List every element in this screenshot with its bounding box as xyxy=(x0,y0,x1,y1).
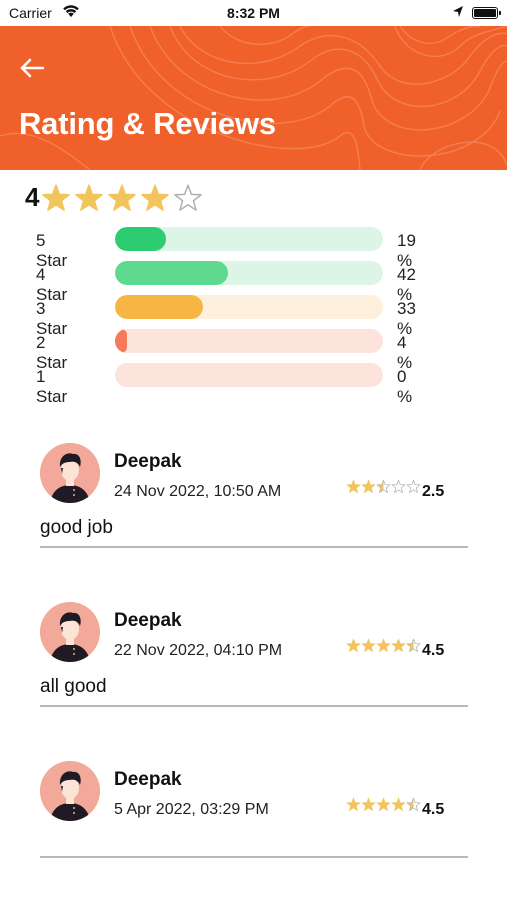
divider xyxy=(40,546,468,548)
review-item: Deepak 24 Nov 2022, 10:50 AM 2.5 good job xyxy=(40,443,468,549)
average-rating-value: 4 xyxy=(25,182,40,212)
status-bar: Carrier 8:32 PM xyxy=(0,0,507,26)
arrow-left-icon[interactable] xyxy=(18,55,48,81)
reviewer-name: Deepak xyxy=(114,451,182,472)
header-pattern xyxy=(0,26,507,170)
star-icon xyxy=(406,479,421,493)
star-icon xyxy=(391,479,406,493)
star-icon xyxy=(376,638,391,652)
rating-bar-track xyxy=(115,261,383,285)
header: Rating & Reviews xyxy=(0,26,507,170)
divider xyxy=(40,856,468,858)
star-icon xyxy=(108,184,137,211)
review-stars xyxy=(346,638,421,653)
rating-row-percent: 0 % xyxy=(397,367,413,406)
reviewer-name: Deepak xyxy=(114,769,182,790)
star-icon xyxy=(42,184,71,211)
star-icon xyxy=(391,797,406,811)
review-date: 22 Nov 2022, 04:10 PM xyxy=(114,642,283,659)
reviewer-name: Deepak xyxy=(114,610,182,631)
star-icon xyxy=(406,638,421,652)
star-icon xyxy=(75,184,104,211)
user-avatar xyxy=(40,602,100,662)
star-icon xyxy=(376,797,391,811)
review-rating-value: 2.5 xyxy=(422,483,445,500)
review-comment: good job xyxy=(40,517,113,538)
average-rating-stars xyxy=(41,183,203,213)
star-icon xyxy=(361,479,376,493)
user-avatar xyxy=(40,761,100,821)
star-icon xyxy=(361,638,376,652)
star-icon xyxy=(346,797,361,811)
rating-row-label: 1 Star xyxy=(36,367,68,406)
star-icon xyxy=(376,479,391,493)
rating-bar-fill xyxy=(115,295,204,319)
review-item: Deepak 5 Apr 2022, 03:29 PM 4.5 xyxy=(40,761,468,859)
review-rating-value: 4.5 xyxy=(422,801,445,818)
star-icon xyxy=(141,184,170,211)
rating-bar-track xyxy=(115,295,383,319)
page-title: Rating & Reviews xyxy=(19,106,276,141)
star-icon xyxy=(391,638,406,652)
clock: 8:32 PM xyxy=(227,5,280,21)
average-rating: 4 xyxy=(25,182,203,213)
rating-bar-track xyxy=(115,363,383,387)
review-item: Deepak 22 Nov 2022, 04:10 PM 4.5 all good xyxy=(40,602,468,708)
divider xyxy=(40,705,468,707)
review-comment: all good xyxy=(40,676,107,697)
review-stars xyxy=(346,797,421,812)
star-icon xyxy=(174,184,203,211)
review-date: 5 Apr 2022, 03:29 PM xyxy=(114,801,269,818)
rating-bar-fill xyxy=(115,227,166,251)
review-date: 24 Nov 2022, 10:50 AM xyxy=(114,483,282,500)
battery-icon xyxy=(472,7,501,19)
star-icon xyxy=(346,638,361,652)
rating-bar-track xyxy=(115,329,383,353)
review-stars xyxy=(346,479,421,494)
rating-bar-fill xyxy=(115,261,228,285)
user-avatar xyxy=(40,443,100,503)
rating-bar-fill xyxy=(115,329,127,353)
star-icon xyxy=(346,479,361,493)
review-rating-value: 4.5 xyxy=(422,642,445,659)
star-icon xyxy=(406,797,421,811)
rating-bar-track xyxy=(115,227,383,251)
star-icon xyxy=(361,797,376,811)
location-arrow-icon xyxy=(453,6,463,17)
